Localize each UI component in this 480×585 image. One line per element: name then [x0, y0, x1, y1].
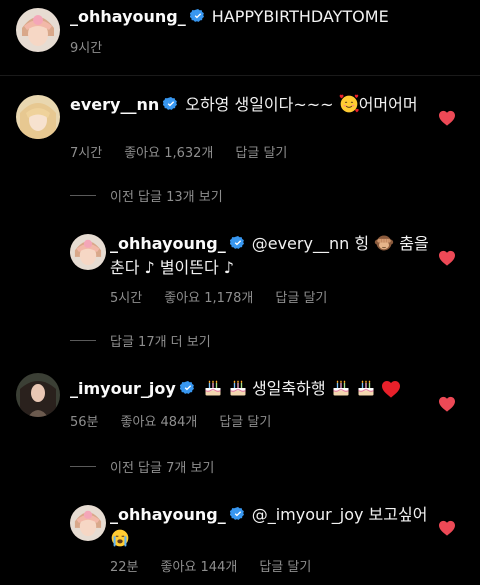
reply-username[interactable]: _ohhayoung_	[110, 505, 226, 524]
verified-icon	[230, 235, 246, 251]
verified-icon	[230, 506, 246, 522]
birthday-cake-icon	[356, 378, 376, 398]
view-previous-replies-label: 이전 답글 7개 보기	[110, 461, 215, 476]
comment-time: 56분	[70, 415, 99, 430]
reply-mention[interactable]: @every__nn	[252, 234, 349, 253]
view-more-replies-label: 답글 17개 더 보기	[110, 335, 211, 350]
reply-thread-line	[70, 340, 96, 341]
avatar-image	[16, 8, 60, 52]
verified-icon	[163, 96, 179, 112]
caption-username[interactable]: _ohhayoung_	[70, 7, 186, 26]
likes-count[interactable]: 좋아요 144개	[161, 560, 238, 575]
comment-text: _imyour_joy 생일축하행	[70, 377, 440, 401]
avatar-image	[16, 95, 60, 139]
like-heart-icon[interactable]	[438, 250, 456, 266]
likes-count[interactable]: 좋아요 1,178개	[164, 291, 253, 306]
caption-meta: 9시간	[70, 37, 124, 56]
reply-button[interactable]: 답글 달기	[219, 415, 271, 430]
loudly-crying-face-icon	[110, 528, 130, 548]
comment-username[interactable]: every__nn	[70, 95, 159, 114]
view-previous-replies[interactable]: 이전 답글 13개 보기	[70, 186, 223, 205]
comment-body: 생일축하행	[251, 379, 326, 398]
verified-icon	[190, 8, 206, 24]
like-heart-icon[interactable]	[438, 396, 456, 412]
reply-username[interactable]: _ohhayoung_	[110, 234, 226, 253]
likes-count[interactable]: 좋아요 484개	[121, 415, 198, 430]
reply-button[interactable]: 답글 달기	[259, 560, 311, 575]
avatar-ohhayoung[interactable]	[70, 234, 106, 270]
caption-body: HAPPYBIRTHDAYTOME	[211, 7, 389, 26]
avatar-image	[70, 234, 106, 270]
reply-meta: 5시간 좋아요 1,178개 답글 달기	[110, 287, 349, 306]
birthday-cake-icon	[331, 378, 351, 398]
reply-time: 22분	[110, 560, 139, 575]
comment-body-tail: 어머어머	[358, 95, 418, 114]
reply-thread-line	[70, 466, 96, 467]
comment-meta: 56분 좋아요 484개 답글 달기	[70, 411, 293, 430]
comment-body: 오하영 생일이다~~~	[185, 95, 334, 114]
avatar-every-nn[interactable]	[16, 95, 60, 139]
red-heart-icon	[381, 380, 401, 398]
reply-body: 힝	[354, 234, 370, 253]
like-heart-icon[interactable]	[438, 110, 456, 126]
reply-button[interactable]: 답글 달기	[275, 291, 327, 306]
likes-count[interactable]: 좋아요 1,632개	[124, 146, 213, 161]
birthday-cake-icon	[228, 378, 248, 398]
view-previous-replies[interactable]: 이전 답글 7개 보기	[70, 457, 214, 476]
avatar-image	[16, 373, 60, 417]
avatar-imyour-joy[interactable]	[16, 373, 60, 417]
reply-thread-line	[70, 195, 96, 196]
comment-username[interactable]: _imyour_joy	[70, 379, 176, 398]
avatar-image	[70, 505, 106, 541]
reply-mention[interactable]: @_imyour_joy	[252, 505, 364, 524]
reply-body: 보고싶어	[368, 505, 428, 524]
see-no-evil-monkey-icon	[374, 233, 394, 253]
view-more-replies[interactable]: 답글 17개 더 보기	[70, 331, 211, 350]
reply-time: 5시간	[110, 291, 143, 306]
divider	[0, 75, 480, 76]
comment-meta: 7시간 좋아요 1,632개 답글 달기	[70, 142, 309, 161]
like-heart-icon[interactable]	[438, 520, 456, 536]
reply-text: _ohhayoung_ @every__nn 힝 춤을춘다 ♪ 별이뜬다 ♪	[110, 232, 430, 280]
comment-time: 7시간	[70, 146, 103, 161]
avatar-ohhayoung[interactable]	[70, 505, 106, 541]
smiling-face-with-hearts-icon	[339, 94, 359, 114]
reply-button[interactable]: 답글 달기	[235, 146, 287, 161]
comment-text: every__nn 오하영 생일이다~~~ 어머어머	[70, 93, 420, 117]
reply-text: _ohhayoung_ @_imyour_joy 보고싶어	[110, 503, 430, 551]
verified-icon	[180, 380, 196, 396]
avatar-ohhayoung[interactable]	[16, 8, 60, 52]
caption-text: _ohhayoung_ HAPPYBIRTHDAYTOME	[70, 5, 460, 29]
caption-time: 9시간	[70, 41, 103, 56]
view-previous-replies-label: 이전 답글 13개 보기	[110, 190, 223, 205]
birthday-cake-icon	[203, 378, 223, 398]
reply-meta: 22분 좋아요 144개 답글 달기	[110, 556, 333, 575]
